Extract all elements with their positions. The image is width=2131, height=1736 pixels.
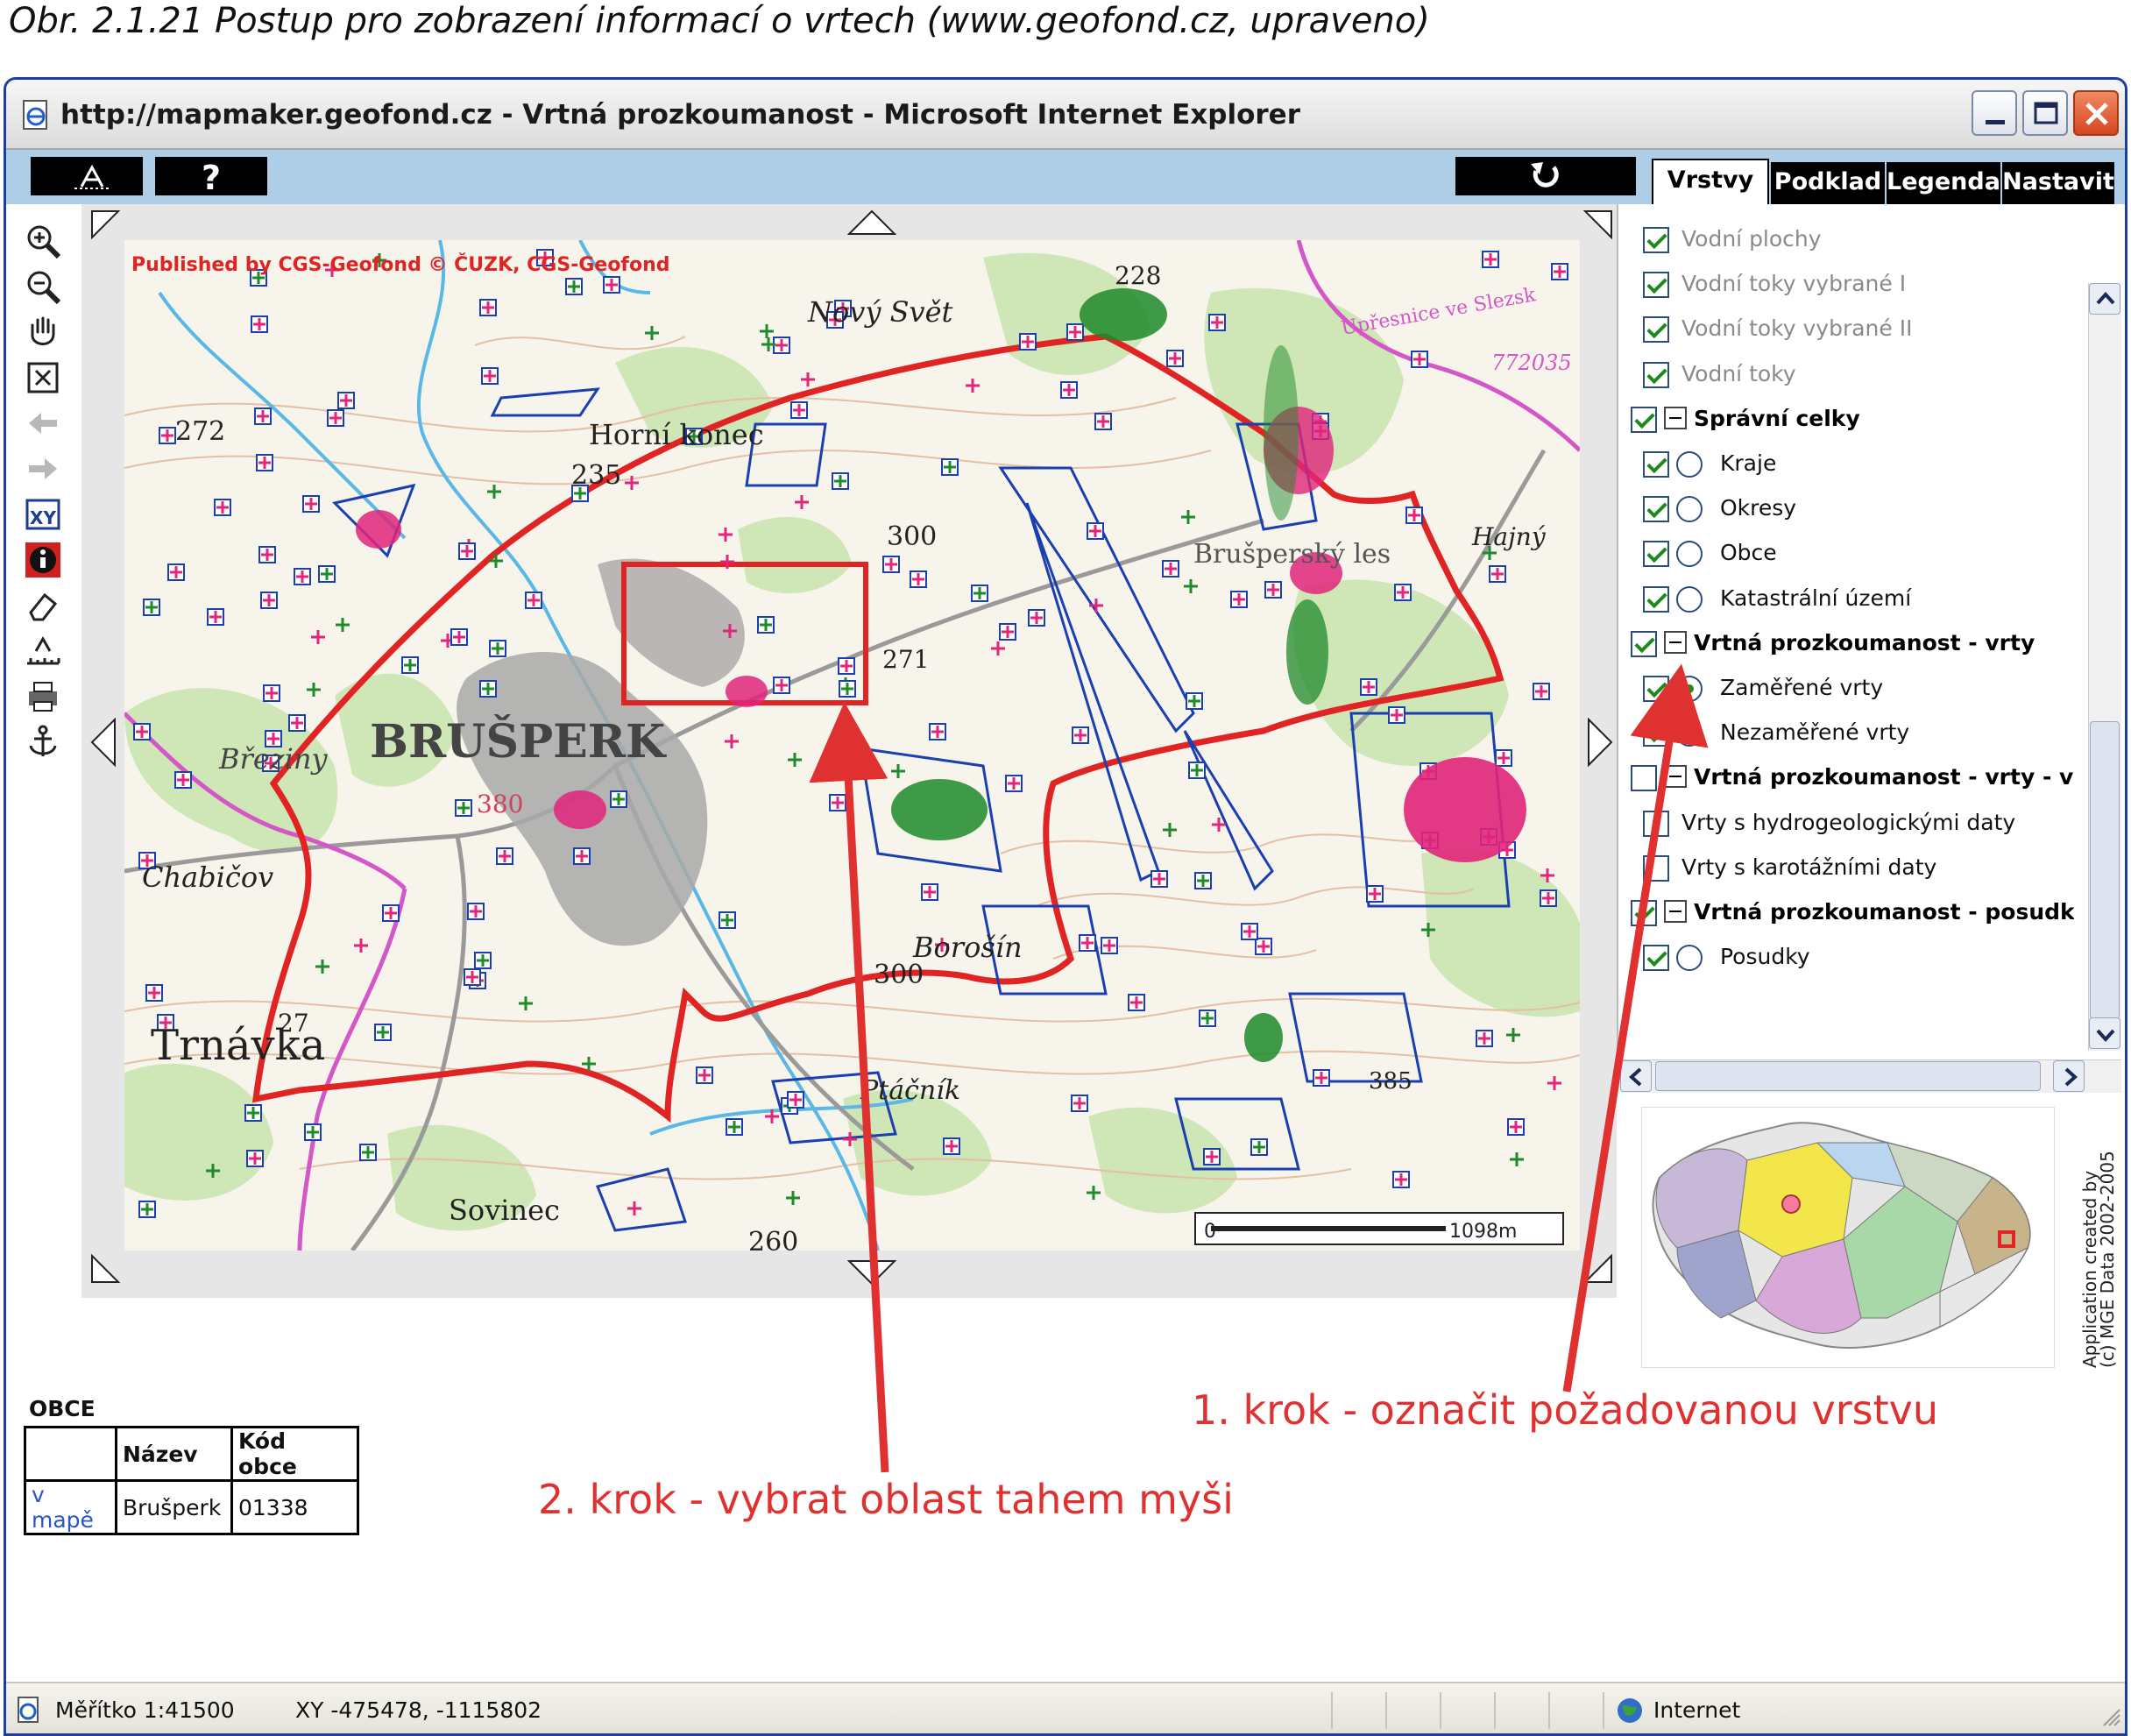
step1-arrow bbox=[1562, 663, 1709, 1392]
annotation-step2: 2. krok - vybrat oblast tahem myši bbox=[538, 1476, 1234, 1523]
step2-arrow bbox=[809, 702, 889, 1473]
annotation-step1: 1. krok - označit požadovanou vrstvu bbox=[1192, 1386, 1939, 1434]
